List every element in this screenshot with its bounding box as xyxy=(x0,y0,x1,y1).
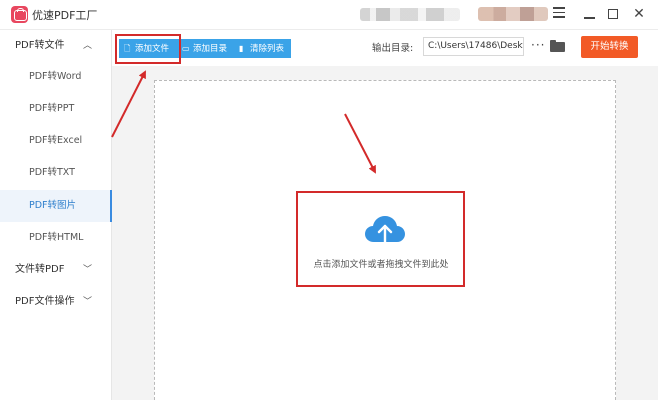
sidebar-item-pdf-to-txt[interactable]: PDF转TXT xyxy=(0,157,112,189)
maximize-icon[interactable] xyxy=(602,4,624,24)
sidebar-group-file-to-pdf[interactable]: 文件转PDF ﹀ xyxy=(0,255,112,285)
clear-list-button[interactable]: ▮ 清除列表 xyxy=(234,39,291,58)
app-title: 优速PDF工厂 xyxy=(32,9,98,22)
more-options-button[interactable]: ··· xyxy=(531,38,545,52)
blurred-account-info xyxy=(360,8,460,21)
sidebar-item-label: PDF转图片 xyxy=(29,200,77,211)
output-path-field[interactable]: C:\Users\17486\Deskto xyxy=(423,37,524,56)
sidebar-group-label: PDF转文件 xyxy=(15,40,65,51)
add-directory-button[interactable]: ▭ 添加目录 xyxy=(177,39,234,58)
sidebar: PDF转文件 ︿ PDF转Word PDF转PPT PDF转Excel PDF转… xyxy=(0,30,112,400)
minimize-icon[interactable] xyxy=(578,4,600,24)
toolbar: 🗋 添加文件 ▭ 添加目录 ▮ 清除列表 输出目录: C:\Users\17486\D… xyxy=(112,30,658,66)
folder-outline-icon: ▭ xyxy=(182,44,190,53)
sidebar-item-pdf-to-ppt[interactable]: PDF转PPT xyxy=(0,93,112,125)
chevron-down-icon: ﹀ xyxy=(83,265,93,275)
menu-icon[interactable] xyxy=(548,4,570,24)
blurred-user-avatar[interactable] xyxy=(478,7,548,21)
annotation-highlight-drop-zone xyxy=(296,191,465,287)
add-directory-label: 添加目录 xyxy=(193,44,228,54)
sidebar-group-label: PDF文件操作 xyxy=(15,296,75,307)
clear-list-label: 清除列表 xyxy=(250,44,285,54)
sidebar-item-pdf-to-html[interactable]: PDF转HTML xyxy=(0,222,112,254)
folder-icon[interactable] xyxy=(550,40,565,52)
app-logo-icon xyxy=(11,6,28,23)
close-icon[interactable]: ✕ xyxy=(628,4,650,24)
sidebar-item-pdf-to-word[interactable]: PDF转Word xyxy=(0,61,112,93)
chevron-down-icon: ﹀ xyxy=(83,297,93,307)
sidebar-item-label: PDF转TXT xyxy=(29,167,75,178)
trash-icon: ▮ xyxy=(239,44,244,53)
title-bar: 优速PDF工厂 ✕ xyxy=(0,0,658,30)
sidebar-group-pdf-operations[interactable]: PDF文件操作 ﹀ xyxy=(0,287,112,317)
sidebar-item-pdf-to-excel[interactable]: PDF转Excel xyxy=(0,125,112,157)
sidebar-item-label: PDF转HTML xyxy=(29,232,84,243)
sidebar-group-label: 文件转PDF xyxy=(15,264,65,275)
output-directory-label: 输出目录: xyxy=(372,43,414,54)
chevron-up-icon: ︿ xyxy=(83,41,93,51)
sidebar-group-pdf-to-file[interactable]: PDF转文件 ︿ xyxy=(0,31,112,61)
annotation-highlight-add-file xyxy=(115,34,181,64)
sidebar-item-label: PDF转Excel xyxy=(29,135,83,146)
sidebar-item-label: PDF转Word xyxy=(29,71,82,82)
start-convert-button[interactable]: 开始转换 xyxy=(581,36,638,58)
sidebar-item-label: PDF转PPT xyxy=(29,103,75,114)
sidebar-item-pdf-to-image[interactable]: PDF转图片 xyxy=(0,190,112,222)
